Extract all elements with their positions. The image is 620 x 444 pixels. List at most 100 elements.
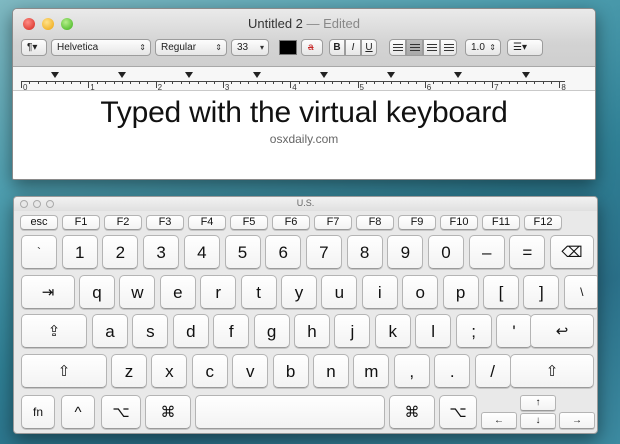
key-o[interactable]: o bbox=[402, 275, 439, 309]
f7-key[interactable]: F7 bbox=[314, 215, 352, 230]
text-color-well[interactable] bbox=[279, 40, 297, 55]
list-bullets-select[interactable]: ☰▾ bbox=[507, 39, 543, 56]
esc-key[interactable]: esc bbox=[20, 215, 58, 230]
f2-key[interactable]: F2 bbox=[104, 215, 142, 230]
key-v[interactable]: v bbox=[232, 354, 269, 388]
font-size-combo[interactable]: 33 ▾ bbox=[231, 39, 269, 56]
key-b[interactable]: b bbox=[272, 354, 309, 388]
control-key[interactable]: ^ bbox=[61, 395, 95, 429]
tab-stop-marker[interactable] bbox=[50, 72, 59, 78]
key-q[interactable]: q bbox=[79, 275, 115, 309]
key-2[interactable]: 2 bbox=[102, 235, 139, 269]
quote-key[interactable]: ' bbox=[496, 314, 532, 348]
key-j[interactable]: j bbox=[334, 314, 371, 348]
underline-button[interactable]: U bbox=[361, 39, 377, 56]
return-key[interactable]: ↩ bbox=[530, 314, 594, 348]
key-m[interactable]: m bbox=[353, 354, 390, 388]
period-key[interactable]: . bbox=[434, 354, 471, 388]
f3-key[interactable]: F3 bbox=[146, 215, 184, 230]
key-d[interactable]: d bbox=[172, 314, 209, 348]
down-arrow-key[interactable]: ↓ bbox=[520, 413, 556, 429]
paragraph-styles-button[interactable]: ¶▾ bbox=[21, 39, 47, 56]
up-arrow-key[interactable]: ↑ bbox=[520, 395, 556, 411]
f11-key[interactable]: F11 bbox=[482, 215, 520, 230]
font-family-select[interactable]: Helvetica ⇕ bbox=[51, 39, 151, 56]
key-t[interactable]: t bbox=[240, 275, 277, 309]
tab-stop-marker[interactable] bbox=[454, 72, 463, 78]
tab-key[interactable]: ⇥ bbox=[21, 275, 75, 309]
command-key[interactable]: ⌘ bbox=[145, 395, 191, 429]
delete-key[interactable]: ⌫ bbox=[550, 235, 594, 269]
document-text-area[interactable]: Typed with the virtual keyboard osxdaily… bbox=[13, 92, 595, 179]
italic-button[interactable]: I bbox=[345, 39, 361, 56]
key-7[interactable]: 7 bbox=[305, 235, 342, 269]
tab-stop-marker[interactable] bbox=[387, 72, 396, 78]
left-bracket-key[interactable]: [ bbox=[483, 275, 519, 309]
backslash-key[interactable]: \ bbox=[563, 275, 597, 309]
key-1[interactable]: 1 bbox=[61, 235, 98, 269]
key-0[interactable]: 0 bbox=[428, 235, 464, 269]
key-e[interactable]: e bbox=[159, 275, 196, 309]
key-z[interactable]: z bbox=[111, 354, 147, 388]
key-3[interactable]: 3 bbox=[143, 235, 180, 269]
f12-key[interactable]: F12 bbox=[524, 215, 562, 230]
tab-stop-marker[interactable] bbox=[252, 72, 261, 78]
fn-key[interactable]: fn bbox=[21, 395, 55, 429]
key-h[interactable]: h bbox=[294, 314, 330, 348]
option-key[interactable]: ⌥ bbox=[101, 395, 141, 429]
shift-key[interactable]: ⇧ bbox=[21, 354, 107, 388]
align-right-button[interactable] bbox=[423, 39, 440, 56]
align-center-button[interactable] bbox=[406, 39, 423, 56]
key-r[interactable]: r bbox=[200, 275, 237, 309]
tab-stop-marker[interactable] bbox=[521, 72, 530, 78]
tab-stop-marker[interactable] bbox=[117, 72, 126, 78]
comma-key[interactable]: , bbox=[393, 354, 430, 388]
keyboard-title-bar[interactable]: U.S. bbox=[14, 197, 597, 211]
command-key[interactable]: ⌘ bbox=[389, 395, 435, 429]
f1-key[interactable]: F1 bbox=[62, 215, 100, 230]
key-f[interactable]: f bbox=[213, 314, 250, 348]
key-n[interactable]: n bbox=[313, 354, 349, 388]
equals-key[interactable]: = bbox=[509, 235, 546, 269]
minus-key[interactable]: – bbox=[468, 235, 505, 269]
semicolon-key[interactable]: ; bbox=[455, 314, 492, 348]
f4-key[interactable]: F4 bbox=[188, 215, 226, 230]
justify-button[interactable] bbox=[440, 39, 457, 56]
key-s[interactable]: s bbox=[132, 314, 169, 348]
f10-key[interactable]: F10 bbox=[440, 215, 478, 230]
key-a[interactable]: a bbox=[92, 314, 128, 348]
left-arrow-key[interactable]: ← bbox=[481, 412, 517, 429]
key-9[interactable]: 9 bbox=[387, 235, 424, 269]
key-5[interactable]: 5 bbox=[224, 235, 261, 269]
key-i[interactable]: i bbox=[361, 275, 398, 309]
key-x[interactable]: x bbox=[151, 354, 188, 388]
f9-key[interactable]: F9 bbox=[398, 215, 436, 230]
highlight-color-button[interactable]: a bbox=[301, 39, 323, 56]
title-bar[interactable]: Untitled 2 — Edited ¶▾ Helvetica ⇕ Regula… bbox=[13, 9, 595, 67]
f5-key[interactable]: F5 bbox=[230, 215, 268, 230]
key-p[interactable]: p bbox=[442, 275, 479, 309]
f8-key[interactable]: F8 bbox=[356, 215, 394, 230]
backtick-key[interactable]: ` bbox=[21, 235, 57, 269]
key-y[interactable]: y bbox=[281, 275, 317, 309]
bold-button[interactable]: B bbox=[329, 39, 345, 56]
font-style-select[interactable]: Regular ⇕ bbox=[155, 39, 227, 56]
right-bracket-key[interactable]: ] bbox=[523, 275, 560, 309]
key-k[interactable]: k bbox=[374, 314, 411, 348]
key-4[interactable]: 4 bbox=[183, 235, 220, 269]
tab-stop-marker[interactable] bbox=[185, 72, 194, 78]
align-left-button[interactable] bbox=[389, 39, 406, 56]
option-key[interactable]: ⌥ bbox=[439, 395, 477, 429]
f6-key[interactable]: F6 bbox=[272, 215, 310, 230]
key-g[interactable]: g bbox=[253, 314, 290, 348]
tab-stop-marker[interactable] bbox=[319, 72, 328, 78]
key-w[interactable]: w bbox=[119, 275, 156, 309]
key-6[interactable]: 6 bbox=[265, 235, 302, 269]
key-8[interactable]: 8 bbox=[346, 235, 383, 269]
slash-key[interactable]: / bbox=[474, 354, 511, 388]
key-u[interactable]: u bbox=[321, 275, 358, 309]
caps-lock-key[interactable]: ⇪ bbox=[21, 314, 87, 348]
key-l[interactable]: l bbox=[415, 314, 452, 348]
ruler[interactable]: 0 1 2 3 4 5 6 7 8 bbox=[13, 67, 595, 92]
line-spacing-select[interactable]: 1.0 ⇕ bbox=[465, 39, 501, 56]
